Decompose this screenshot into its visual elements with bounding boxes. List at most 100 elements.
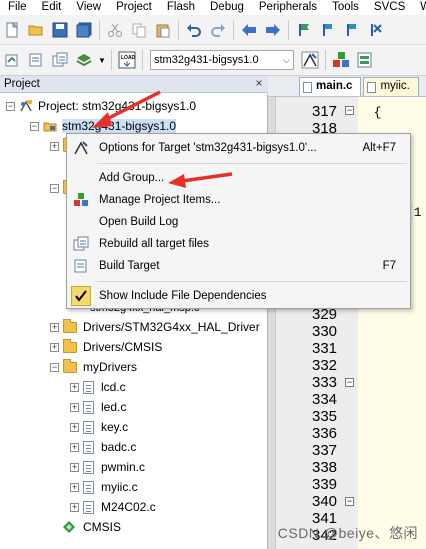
nav-back-icon[interactable] — [238, 19, 260, 41]
expand-icon[interactable]: + — [50, 322, 59, 332]
menu-file[interactable]: File — [0, 0, 34, 15]
rebuild-icon — [71, 234, 91, 254]
target-label: stm32g431-bigsys1.0 — [62, 119, 177, 133]
c-file-icon — [83, 420, 94, 434]
project-panel-header: Project × — [0, 76, 268, 93]
line-number: 335 — [312, 408, 338, 425]
tree-group-mydrivers[interactable]: − myDrivers — [50, 357, 137, 377]
collapse-icon[interactable]: − — [50, 183, 59, 193]
manage-items-icon — [71, 190, 91, 210]
bookmark-clear-icon[interactable] — [365, 19, 387, 41]
undo-icon[interactable] — [183, 19, 205, 41]
expand-icon[interactable]: + — [70, 442, 79, 452]
menu-item-options-for-target[interactable]: Options for Target 'stm32g431-bigsys1.0'… — [67, 137, 410, 159]
expand-icon[interactable]: + — [50, 342, 59, 352]
group-label: Drivers/STM32G4xx_HAL_Driver — [83, 320, 260, 334]
menu-item-label: Options for Target 'stm32g431-bigsys1.0'… — [99, 142, 317, 154]
line-number: 332 — [312, 357, 338, 374]
tree-file[interactable]: + led.c — [70, 397, 126, 417]
collapse-icon[interactable]: − — [50, 362, 59, 372]
fold-collapse-icon[interactable]: − — [345, 497, 354, 506]
menu-item-shortcut: F7 — [382, 260, 396, 272]
expand-icon[interactable]: + — [70, 422, 79, 432]
tree-file[interactable]: + M24C02.c — [70, 497, 156, 517]
file-extensions-icon[interactable] — [354, 49, 376, 71]
menu-item-open-build-log[interactable]: Open Build Log — [67, 211, 410, 233]
tree-file[interactable]: + lcd.c — [70, 377, 126, 397]
tree-group-hal-driver[interactable]: + Drivers/STM32G4xx_HAL_Driver — [50, 317, 260, 337]
component-diamond-icon — [63, 521, 75, 533]
tree-file[interactable]: + badc.c — [70, 437, 136, 457]
editor-tabs: main.c myiic. — [268, 76, 426, 97]
load-download-icon[interactable]: LOAD — [116, 49, 138, 71]
tree-file[interactable]: + pwmin.c — [70, 457, 145, 477]
target-options-icon[interactable] — [299, 49, 321, 71]
tree-root[interactable]: − Project: stm32g431-bigsys1.0 — [6, 96, 196, 116]
expand-icon[interactable]: + — [50, 141, 59, 151]
folder-icon — [63, 338, 77, 353]
save-all-icon[interactable] — [73, 19, 95, 41]
bookmark-next-icon[interactable] — [341, 19, 363, 41]
menu-item-label: Rebuild all target files — [99, 238, 209, 250]
collapse-icon[interactable]: − — [6, 101, 15, 111]
tree-file[interactable]: + myiic.c — [70, 477, 138, 497]
code-line: { — [358, 105, 382, 120]
open-folder-icon[interactable] — [25, 19, 47, 41]
menu-item-build-target[interactable]: Build Target F7 — [67, 255, 410, 277]
compile-icon[interactable] — [1, 49, 23, 71]
menu-separator — [97, 281, 407, 282]
menu-peripherals[interactable]: Peripherals — [251, 0, 324, 15]
line-number: 340 — [312, 493, 338, 510]
chevron-down-icon: ⌵ — [283, 54, 290, 65]
tab-myiic[interactable]: myiic. — [363, 77, 419, 96]
menu-item-show-include-deps[interactable]: Show Include File Dependencies — [67, 285, 410, 307]
batch-build-icon[interactable] — [73, 49, 95, 71]
target-icon — [43, 122, 57, 132]
tree-cmsis-component[interactable]: CMSIS — [63, 517, 121, 537]
rebuild-icon[interactable] — [49, 49, 71, 71]
copy-icon[interactable] — [128, 19, 150, 41]
target-select-value: stm32g431-bigsys1.0 — [154, 54, 259, 66]
line-number: 336 — [312, 425, 338, 442]
expand-icon[interactable]: + — [70, 482, 79, 492]
tab-main-c[interactable]: main.c — [299, 77, 362, 96]
nav-forward-icon[interactable] — [262, 19, 284, 41]
menu-tools[interactable]: Tools — [324, 0, 366, 15]
bookmark-icon[interactable] — [293, 19, 315, 41]
menu-item-rebuild-all[interactable]: Rebuild all target files — [67, 233, 410, 255]
tree-file[interactable]: + key.c — [70, 417, 128, 437]
collapse-icon[interactable]: − — [30, 121, 39, 131]
c-file-icon — [83, 400, 94, 414]
menu-item-manage-project-items[interactable]: Manage Project Items... — [67, 189, 410, 211]
bookmark-prev-icon[interactable] — [317, 19, 339, 41]
menu-view[interactable]: View — [68, 0, 108, 15]
save-icon[interactable] — [49, 19, 71, 41]
menu-item-label: Show Include File Dependencies — [99, 290, 267, 302]
build-icon[interactable] — [25, 49, 47, 71]
expand-icon[interactable]: + — [70, 502, 79, 512]
paste-icon[interactable] — [152, 19, 174, 41]
expand-icon[interactable]: + — [70, 382, 79, 392]
menu-debug[interactable]: Debug — [202, 0, 251, 15]
cut-icon[interactable] — [104, 19, 126, 41]
project-icon — [20, 100, 32, 112]
fold-collapse-icon[interactable]: − — [345, 106, 354, 115]
options-icon — [71, 138, 91, 158]
manage-components-icon[interactable] — [330, 49, 352, 71]
target-select[interactable]: stm32g431-bigsys1.0 ⌵ — [150, 50, 294, 70]
file-label: M24C02.c — [101, 500, 156, 514]
menu-project[interactable]: Project — [108, 0, 159, 15]
expand-icon[interactable]: + — [70, 462, 79, 472]
dropdown-arrow-icon[interactable]: ▼ — [97, 49, 107, 71]
close-icon[interactable]: × — [252, 76, 266, 90]
menu-edit[interactable]: Edit — [34, 0, 69, 15]
tree-group-cmsis[interactable]: + Drivers/CMSIS — [50, 337, 162, 357]
redo-icon[interactable] — [207, 19, 229, 41]
expand-icon[interactable]: + — [70, 402, 79, 412]
menu-flash[interactable]: Flash — [159, 0, 202, 15]
fold-collapse-icon[interactable]: − — [345, 378, 354, 387]
new-file-icon[interactable] — [1, 19, 23, 41]
menu-item-add-group[interactable]: Add Group... — [67, 167, 410, 189]
menu-svcs[interactable]: SVCS — [366, 0, 412, 15]
menu-window[interactable]: W — [412, 0, 426, 15]
